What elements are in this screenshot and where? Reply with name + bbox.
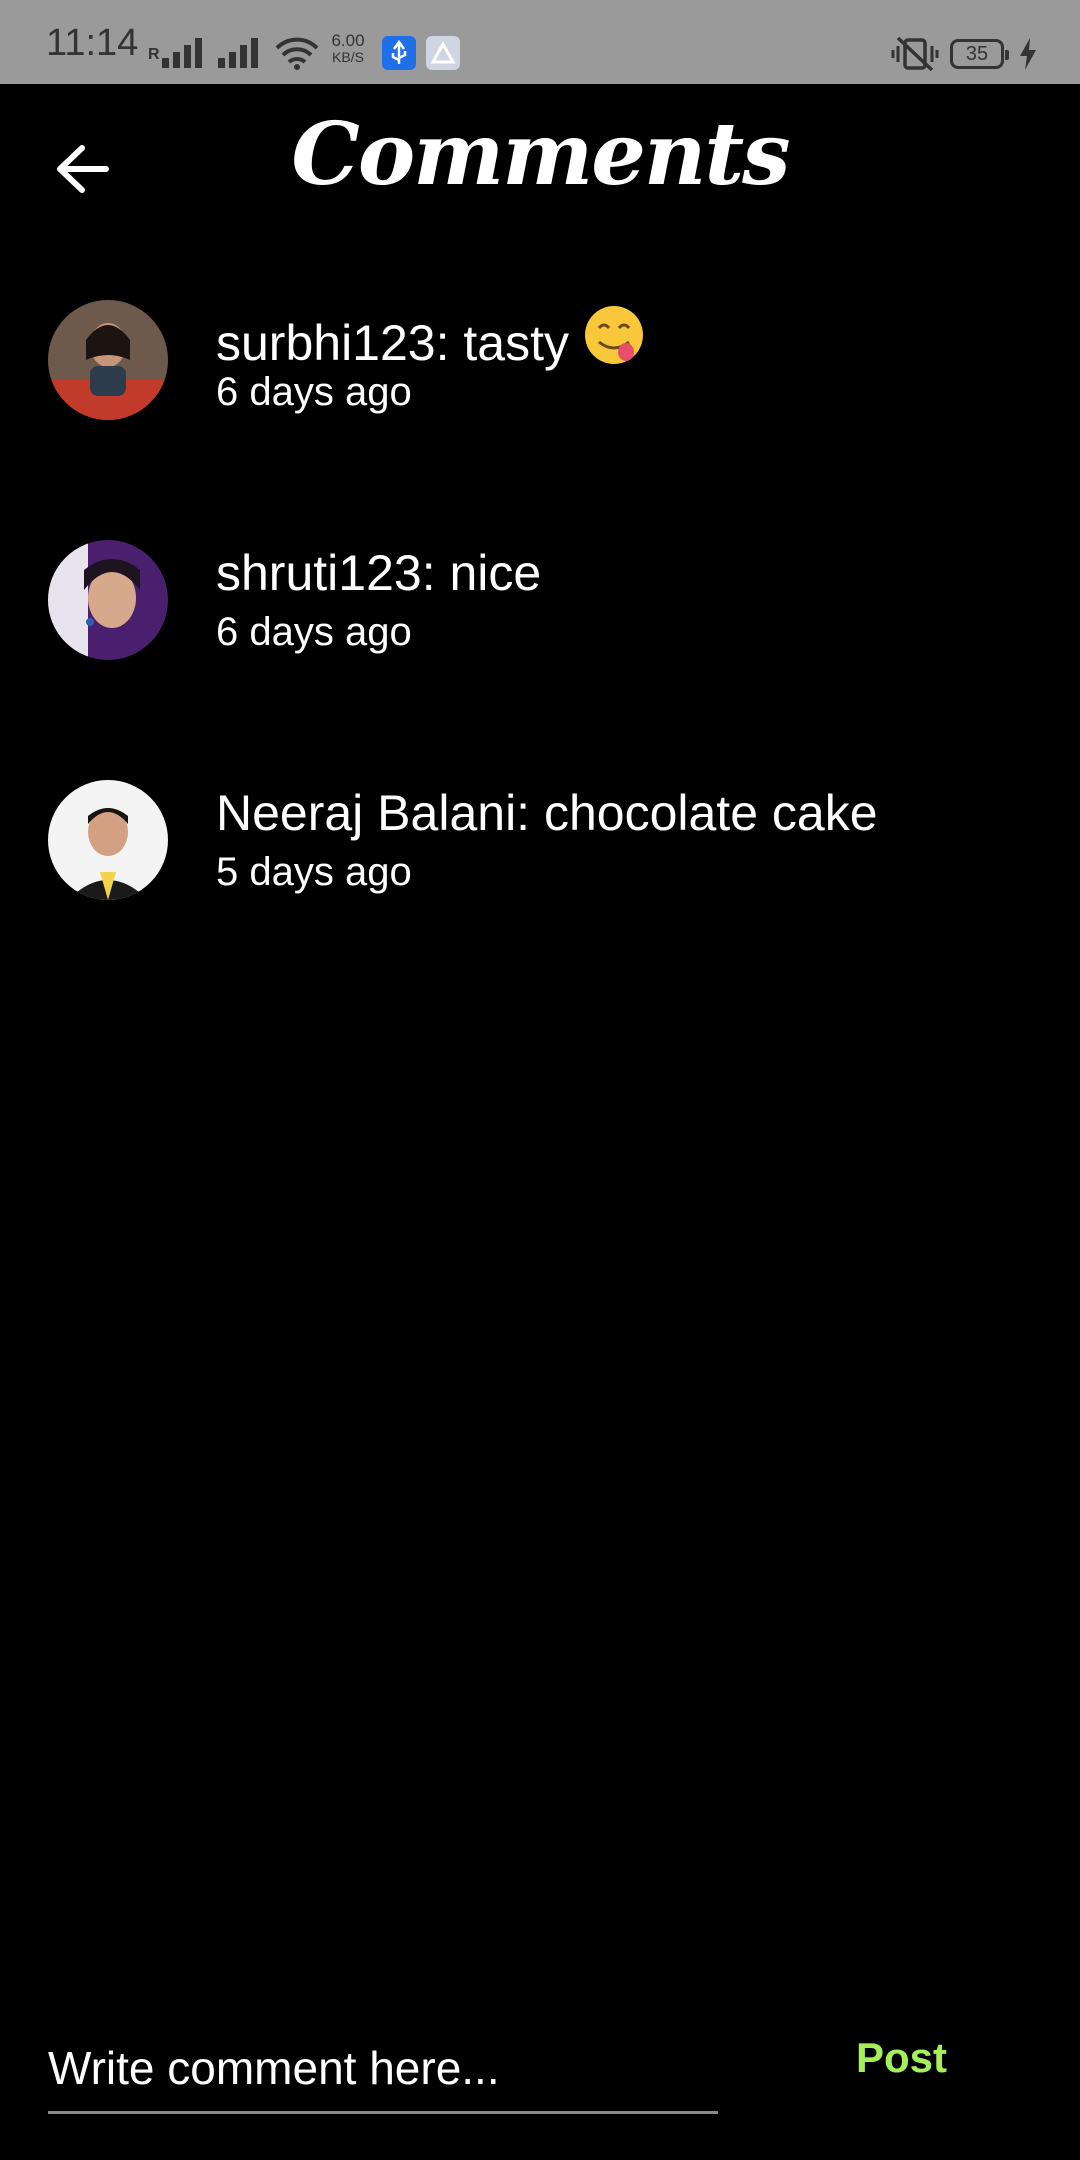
comment-input[interactable] [48, 2024, 718, 2114]
comment-body: nice [449, 545, 542, 601]
comment-timestamp: 6 days ago [216, 610, 412, 654]
comment-body: tasty [463, 315, 569, 371]
network-speed-value: 6.00 [331, 31, 365, 50]
avatar[interactable] [48, 540, 168, 660]
status-time: 11:14 [46, 22, 139, 64]
usb-icon [382, 36, 416, 70]
comment-item: shruti123: nice 6 days ago [0, 540, 1080, 680]
avatar[interactable] [48, 300, 168, 420]
status-bar: 11:14 R 6.00 KB/S 35 [0, 0, 1080, 84]
comment-username: surbhi123 [216, 315, 436, 371]
face-savoring-food-icon [583, 304, 645, 378]
avatar[interactable] [48, 780, 168, 900]
page-title: Comments [291, 104, 790, 205]
charging-icon [1018, 38, 1038, 74]
network-speed-unit: KB/S [332, 49, 364, 65]
post-button[interactable]: Post [856, 2034, 947, 2082]
comment-text: shruti123: nice [216, 545, 542, 601]
comment-text: Neeraj Balani: chocolate cake [216, 785, 878, 841]
comment-username: Neeraj Balani [216, 785, 517, 841]
wifi-icon [274, 36, 320, 70]
vibrate-off-icon [890, 34, 940, 78]
roaming-indicator: R [148, 46, 160, 63]
network-speed: 6.00 KB/S [326, 32, 370, 66]
battery-icon: 35 [950, 39, 1009, 69]
signal-icon [162, 36, 206, 68]
comment-text: surbhi123: tasty [216, 304, 645, 378]
comment-username: shruti123 [216, 545, 422, 601]
signal-icon [218, 36, 262, 68]
comment-timestamp: 6 days ago [216, 370, 412, 414]
comment-body: chocolate cake [543, 785, 878, 841]
warning-icon [426, 36, 460, 70]
comment-item: surbhi123: tasty 6 days ago [0, 300, 1080, 440]
comment-item: Neeraj Balani: chocolate cake 5 days ago [0, 780, 1080, 920]
comment-timestamp: 5 days ago [216, 850, 412, 894]
